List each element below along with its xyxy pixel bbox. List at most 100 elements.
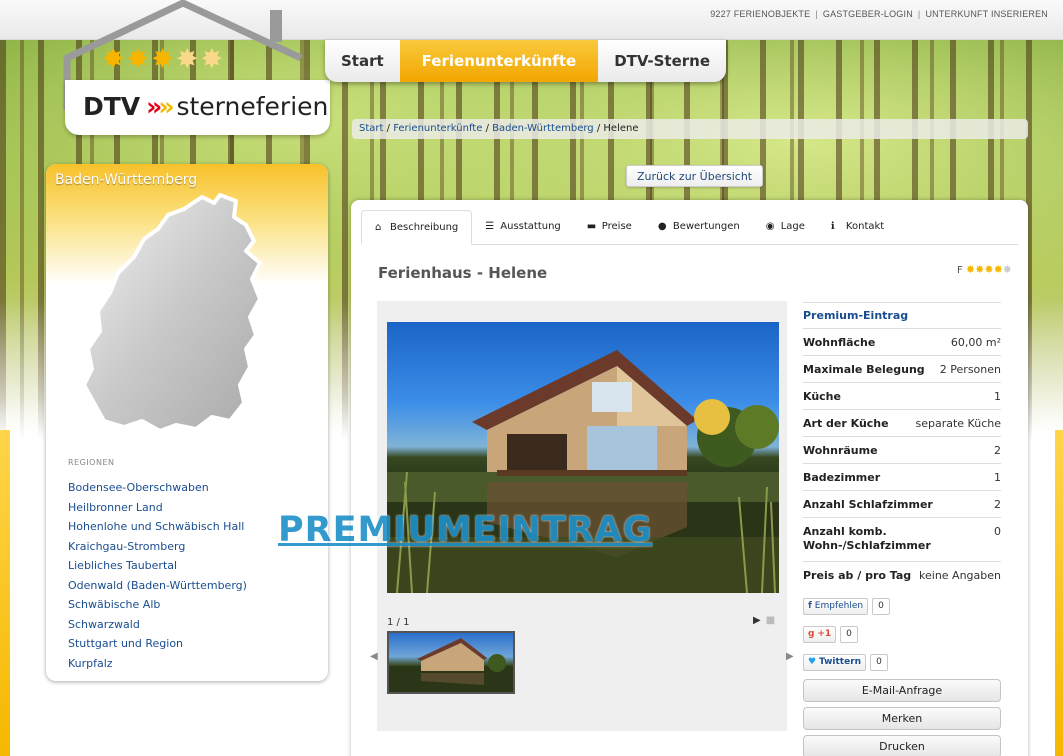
region-list: Bodensee-Oberschwaben Heilbronner Land H… — [68, 478, 247, 673]
detail-key: Badezimmer — [803, 470, 881, 484]
sidebar-title: Baden-Württemberg — [55, 172, 198, 188]
detail-row: Art der Küche separate Küche — [803, 410, 1001, 437]
detail-row: Wohnräume 2 — [803, 437, 1001, 464]
star-rating: F ✸✸✸✸✸ — [957, 263, 1012, 276]
facebook-share: f Empfehlen 0 — [803, 595, 1001, 617]
breadcrumb-separator: / — [596, 123, 601, 134]
tab-kontakt[interactable]: ℹ Kontakt — [818, 210, 897, 245]
facebook-icon: f — [808, 600, 812, 611]
detail-row: Wohnfläche 60,00 m² — [803, 329, 1001, 356]
list-icon: ☰ — [485, 221, 495, 232]
region-link[interactable]: Heilbronner Land — [68, 498, 247, 518]
detail-value: 0 — [994, 525, 1001, 538]
region-link[interactable]: Bodensee-Oberschwaben — [68, 478, 247, 498]
detail-key: Preis ab / pro Tag — [803, 569, 912, 582]
top-links: 9227 FERIENOBJEKTE | GASTGEBER-LOGIN | UNTER… — [705, 9, 1053, 19]
stop-icon[interactable]: ■ — [766, 615, 775, 626]
twitter-bird-icon: ♥ — [808, 656, 817, 667]
list-property-link[interactable]: UNTERKUNFT INSERIEREN — [920, 9, 1053, 19]
tab-preise[interactable]: ▬ Preise — [574, 210, 645, 245]
detail-key: Wohnfläche — [803, 335, 876, 349]
listing-panel: ⌂ Beschreibung ☰ Ausstattung ▬ Preise ● Bewe… — [351, 200, 1028, 756]
region-sidebar: Baden-Württemberg REGIONEN Bodensee-Ober… — [46, 164, 328, 681]
detail-key: Wohnräume — [803, 443, 878, 457]
detail-row: Anzahl komb. Wohn-/Schlafzimmer 0 — [803, 518, 1001, 562]
facebook-like-button[interactable]: f Empfehlen — [803, 597, 869, 615]
detail-row: Badezimmer 1 — [803, 464, 1001, 491]
breadcrumb-separator: / — [386, 123, 390, 134]
logo-sterneferien-text: sterneferien — [176, 92, 329, 121]
house-photo — [387, 350, 779, 593]
facebook-count: 0 — [872, 597, 890, 615]
tab-label: Kontakt — [845, 221, 885, 232]
detail-value: 1 — [994, 389, 1001, 403]
facebook-label: Empfehlen — [814, 600, 864, 611]
site-logo[interactable]: ✸✸✸✸✸ DTV»» sterneferien — [45, 0, 330, 140]
premium-label: Premium-Eintrag — [803, 302, 1001, 329]
region-link[interactable]: Schwarzwald — [68, 615, 247, 635]
tab-label: Preise — [601, 221, 632, 232]
tab-lage[interactable]: ◉ Lage — [753, 210, 818, 245]
email-inquiry-button[interactable]: E-Mail-Anfrage — [803, 679, 1001, 702]
yellow-edge-left — [0, 430, 10, 756]
region-link[interactable]: Liebliches Taubertal — [68, 556, 247, 576]
twitter-button[interactable]: ♥ Twittern — [803, 653, 867, 671]
region-link[interactable]: Schwäbische Alb — [68, 595, 247, 615]
star-icon: ✸ — [965, 263, 976, 276]
state-map-icon[interactable] — [64, 189, 304, 454]
logo-chevron-red: » — [146, 92, 162, 121]
region-link[interactable]: Stuttgart und Region — [68, 634, 247, 654]
breadcrumb-current: Helene — [603, 123, 639, 134]
logo-wordmark: DTV»» sterneferien — [83, 92, 328, 121]
save-button[interactable]: Merken — [803, 707, 1001, 730]
detail-value: 2 Personen — [939, 362, 1001, 376]
objects-count-link[interactable]: 9227 FERIENOBJEKTE — [705, 9, 815, 19]
map-marker-icon: ◉ — [765, 221, 775, 232]
region-link[interactable]: Kraichgau-Stromberg — [68, 537, 247, 557]
info-icon: ℹ — [830, 221, 835, 232]
breadcrumb-start[interactable]: Start — [359, 123, 383, 134]
twitter-label: Twittern — [818, 656, 862, 667]
breadcrumb: Start / Ferienunterkünfte / Baden-Württe… — [352, 119, 1028, 139]
google-share: g +1 0 — [803, 623, 1001, 645]
thumbnail-image — [389, 638, 513, 692]
chevron-right-icon[interactable]: ▶ — [786, 651, 794, 662]
star-icon: ✸ — [975, 263, 985, 276]
main-nav: Start Ferienunterkünfte DTV-Sterne — [325, 40, 727, 82]
twitter-count: 0 — [870, 653, 888, 671]
thumbnail[interactable] — [387, 631, 515, 694]
tab-beschreibung[interactable]: ⌂ Beschreibung — [361, 210, 473, 245]
social-buttons: f Empfehlen 0 g +1 0 ♥ Twittern 0 — [803, 595, 1001, 673]
detail-value: 1 — [994, 470, 1001, 484]
region-link[interactable]: Hohenlohe und Schwäbisch Hall — [68, 517, 247, 537]
detail-key: Anzahl komb. Wohn-/Schlafzimmer — [803, 525, 931, 552]
listing-tabs: ⌂ Beschreibung ☰ Ausstattung ▬ Preise ● Bewe… — [361, 210, 1018, 245]
region-link[interactable]: Odenwald (Baden-Württemberg) — [68, 576, 247, 596]
tab-label: Lage — [780, 221, 805, 232]
main-photo[interactable] — [387, 322, 779, 593]
image-counter: 1 / 1 — [387, 617, 410, 628]
premium-watermark: PREMIUMEINTRAG — [278, 510, 653, 550]
print-button[interactable]: Drucken — [803, 735, 1001, 756]
detail-row: Küche 1 — [803, 383, 1001, 410]
nav-ferienunterkuenfte[interactable]: Ferienunterkünfte — [399, 40, 599, 82]
google-plus-button[interactable]: g +1 — [803, 625, 837, 643]
home-icon: ⌂ — [375, 222, 382, 233]
region-link[interactable]: Kurpfalz — [68, 654, 247, 674]
tab-bewertungen[interactable]: ● Bewertungen — [645, 210, 753, 245]
detail-value: separate Küche — [915, 416, 1002, 430]
star-empty-icon: ✸ — [1002, 263, 1012, 276]
chevron-left-icon[interactable]: ◀ — [370, 651, 378, 662]
nav-start[interactable]: Start — [325, 40, 400, 82]
breadcrumb-ferienunterkuenfte[interactable]: Ferienunterkünfte — [393, 123, 482, 134]
back-to-overview-button[interactable]: Zurück zur Übersicht — [626, 165, 764, 187]
tab-ausstattung[interactable]: ☰ Ausstattung — [472, 210, 574, 245]
tab-label: Ausstattung — [500, 221, 561, 232]
breadcrumb-separator: / — [485, 123, 489, 134]
host-login-link[interactable]: GASTGEBER-LOGIN — [818, 9, 918, 19]
detail-row: Anzahl Schlafzimmer 2 — [803, 491, 1001, 518]
play-icon[interactable]: ▶ — [753, 615, 761, 626]
regions-label: REGIONEN — [68, 458, 115, 467]
nav-dtv-sterne[interactable]: DTV-Sterne — [598, 40, 727, 82]
breadcrumb-baden-wuerttemberg[interactable]: Baden-Württemberg — [492, 123, 594, 134]
